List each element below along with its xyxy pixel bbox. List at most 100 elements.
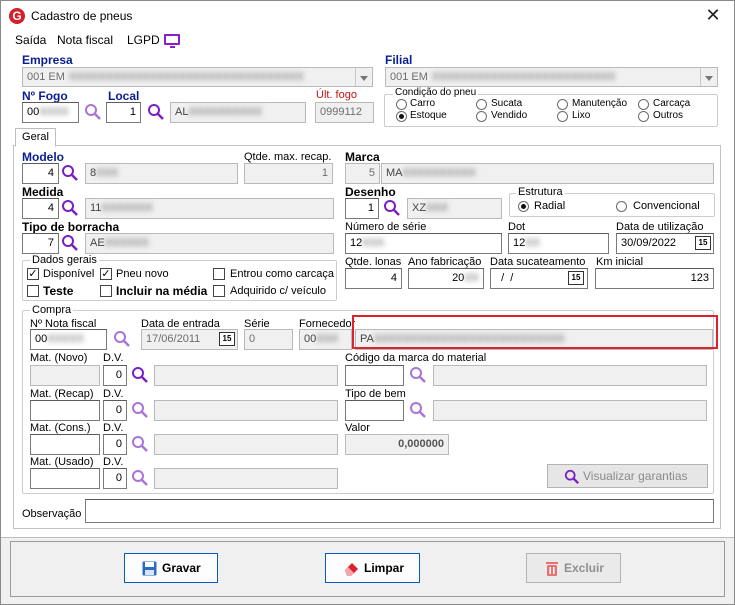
chk-teste-label: Teste: [43, 284, 74, 298]
eraser-icon: [345, 563, 358, 576]
search-icon[interactable]: [409, 401, 427, 419]
search-icon[interactable]: [409, 366, 427, 384]
dv-cons-input[interactable]: 0: [103, 434, 127, 455]
mat-recap-input[interactable]: [30, 400, 100, 421]
mat-novo-desc: [154, 365, 338, 386]
nfogo-input[interactable]: 00XXXX: [22, 102, 79, 123]
mat-cons-desc: [154, 434, 338, 455]
filial-combo[interactable]: 001 EM XXXXXXXXXXXXXXXXXXXXXXXXX: [385, 67, 718, 87]
radio-carcaca[interactable]: [638, 99, 649, 110]
dv-usado-input[interactable]: 0: [103, 468, 127, 489]
fornecedor-code-value: 00: [304, 333, 317, 345]
chk-entrou-carcaca[interactable]: [213, 268, 225, 280]
tipo-bem-input[interactable]: [345, 400, 404, 421]
ano-fab-input[interactable]: 20XX: [408, 268, 484, 289]
search-icon[interactable]: [131, 366, 149, 384]
dot-input[interactable]: 12XX: [508, 233, 609, 254]
mat-cons-input[interactable]: [30, 434, 100, 455]
menu-saida[interactable]: Saída: [15, 33, 46, 47]
ultfogo-label: Últ. fogo: [316, 89, 357, 101]
radio-vendido-label: Vendido: [491, 110, 528, 121]
mat-usado-desc: [154, 468, 338, 489]
radio-outros[interactable]: [638, 111, 649, 122]
observacao-input[interactable]: [85, 499, 714, 523]
radio-convencional[interactable]: [616, 201, 627, 212]
local-label: Local: [108, 89, 140, 103]
trash-icon: [546, 562, 558, 576]
tipo-borracha-code-input[interactable]: 7: [22, 233, 59, 254]
radio-sucata[interactable]: [476, 99, 487, 110]
search-icon[interactable]: [84, 103, 102, 121]
data-util-label: Data de utilização: [616, 221, 704, 233]
radio-convencional-label: Convencional: [633, 200, 700, 212]
search-icon[interactable]: [113, 330, 131, 348]
chk-disponivel[interactable]: ✓: [27, 268, 39, 280]
mat-cons-label: Mat. (Cons.): [30, 422, 91, 434]
chevron-down-icon[interactable]: [700, 68, 717, 86]
chk-pneu-novo[interactable]: ✓: [100, 268, 112, 280]
mat-usado-input[interactable]: [30, 468, 100, 489]
local-code-input[interactable]: 1: [106, 102, 141, 123]
km-input[interactable]: 123: [595, 268, 714, 289]
chk-pneu-novo-label: Pneu novo: [116, 268, 169, 280]
radio-carro[interactable]: [396, 99, 407, 110]
dv-novo-input[interactable]: 0: [103, 365, 127, 386]
menu-lgpd[interactable]: LGPD: [127, 33, 160, 47]
desenho-code-input[interactable]: 1: [345, 198, 379, 219]
radio-carro-label: Carro: [410, 98, 436, 109]
nfogo-blurred: XXXX: [39, 106, 69, 118]
monitor-icon[interactable]: [164, 34, 180, 48]
excluir-button[interactable]: Excluir: [526, 553, 621, 583]
nota-value: 00: [35, 333, 48, 345]
cod-marca-input[interactable]: [345, 365, 404, 386]
filial-label: Filial: [385, 53, 413, 67]
local-desc-input: ALXXXXXXXXXX: [170, 102, 306, 123]
calendar-icon[interactable]: 15: [568, 271, 584, 285]
visualizar-garantias-button[interactable]: Visualizar garantias: [547, 464, 708, 488]
chk-incluir-media[interactable]: [100, 285, 112, 297]
search-icon[interactable]: [147, 103, 165, 121]
nfogo-label: Nº Fogo: [22, 89, 68, 103]
radio-radial[interactable]: [518, 201, 529, 212]
window-title: Cadastro de pneus: [31, 9, 133, 23]
radio-lixo-label: Lixo: [572, 110, 591, 121]
km-label: Km inicial: [596, 256, 644, 268]
radio-vendido[interactable]: [476, 111, 487, 122]
chk-adquirido[interactable]: [213, 285, 225, 297]
medida-code-input[interactable]: 4: [22, 198, 59, 219]
search-icon[interactable]: [131, 401, 149, 419]
calendar-icon[interactable]: 15: [695, 236, 711, 250]
valor-label: Valor: [345, 422, 370, 434]
dv-recap-input[interactable]: 0: [103, 400, 127, 421]
menu-nota-fiscal[interactable]: Nota fiscal: [57, 33, 113, 47]
search-icon[interactable]: [131, 469, 149, 487]
medida-desc-input: 11XXXXXXX: [85, 198, 334, 219]
search-icon[interactable]: [61, 234, 79, 252]
desenho-desc-blurred: XXX: [426, 202, 449, 214]
qtde-lonas-input[interactable]: 4: [345, 268, 402, 289]
num-serie-input[interactable]: 12XXX: [345, 233, 502, 254]
search-icon[interactable]: [61, 164, 79, 182]
mat-usado-label: Mat. (Usado): [30, 456, 94, 468]
empresa-combo[interactable]: 001 EM XXXXXXXXXXXXXXXXXXXXXXXXXXXXXXXX: [22, 67, 373, 87]
dv-label-1: D.V.: [103, 352, 124, 364]
gravar-button[interactable]: Gravar: [124, 553, 218, 583]
calendar-icon[interactable]: 15: [219, 332, 235, 346]
radio-estoque[interactable]: [396, 111, 407, 122]
modelo-code-input[interactable]: 4: [22, 163, 59, 184]
radio-manutencao[interactable]: [557, 99, 568, 110]
limpar-button[interactable]: Limpar: [325, 553, 420, 583]
chevron-down-icon[interactable]: [355, 68, 372, 86]
close-icon[interactable]: ✕: [700, 4, 726, 28]
nota-input[interactable]: 00XXXXX: [30, 329, 107, 350]
marca-desc-value: MA: [386, 167, 403, 179]
search-icon[interactable]: [383, 199, 401, 217]
tab-geral[interactable]: Geral: [15, 128, 56, 147]
excluir-label: Excluir: [564, 561, 605, 575]
search-icon[interactable]: [131, 435, 149, 453]
mat-recap-desc: [154, 400, 338, 421]
radio-lixo[interactable]: [557, 111, 568, 122]
chk-teste[interactable]: [27, 285, 39, 297]
search-icon[interactable]: [61, 199, 79, 217]
medida-label: Medida: [22, 185, 64, 199]
